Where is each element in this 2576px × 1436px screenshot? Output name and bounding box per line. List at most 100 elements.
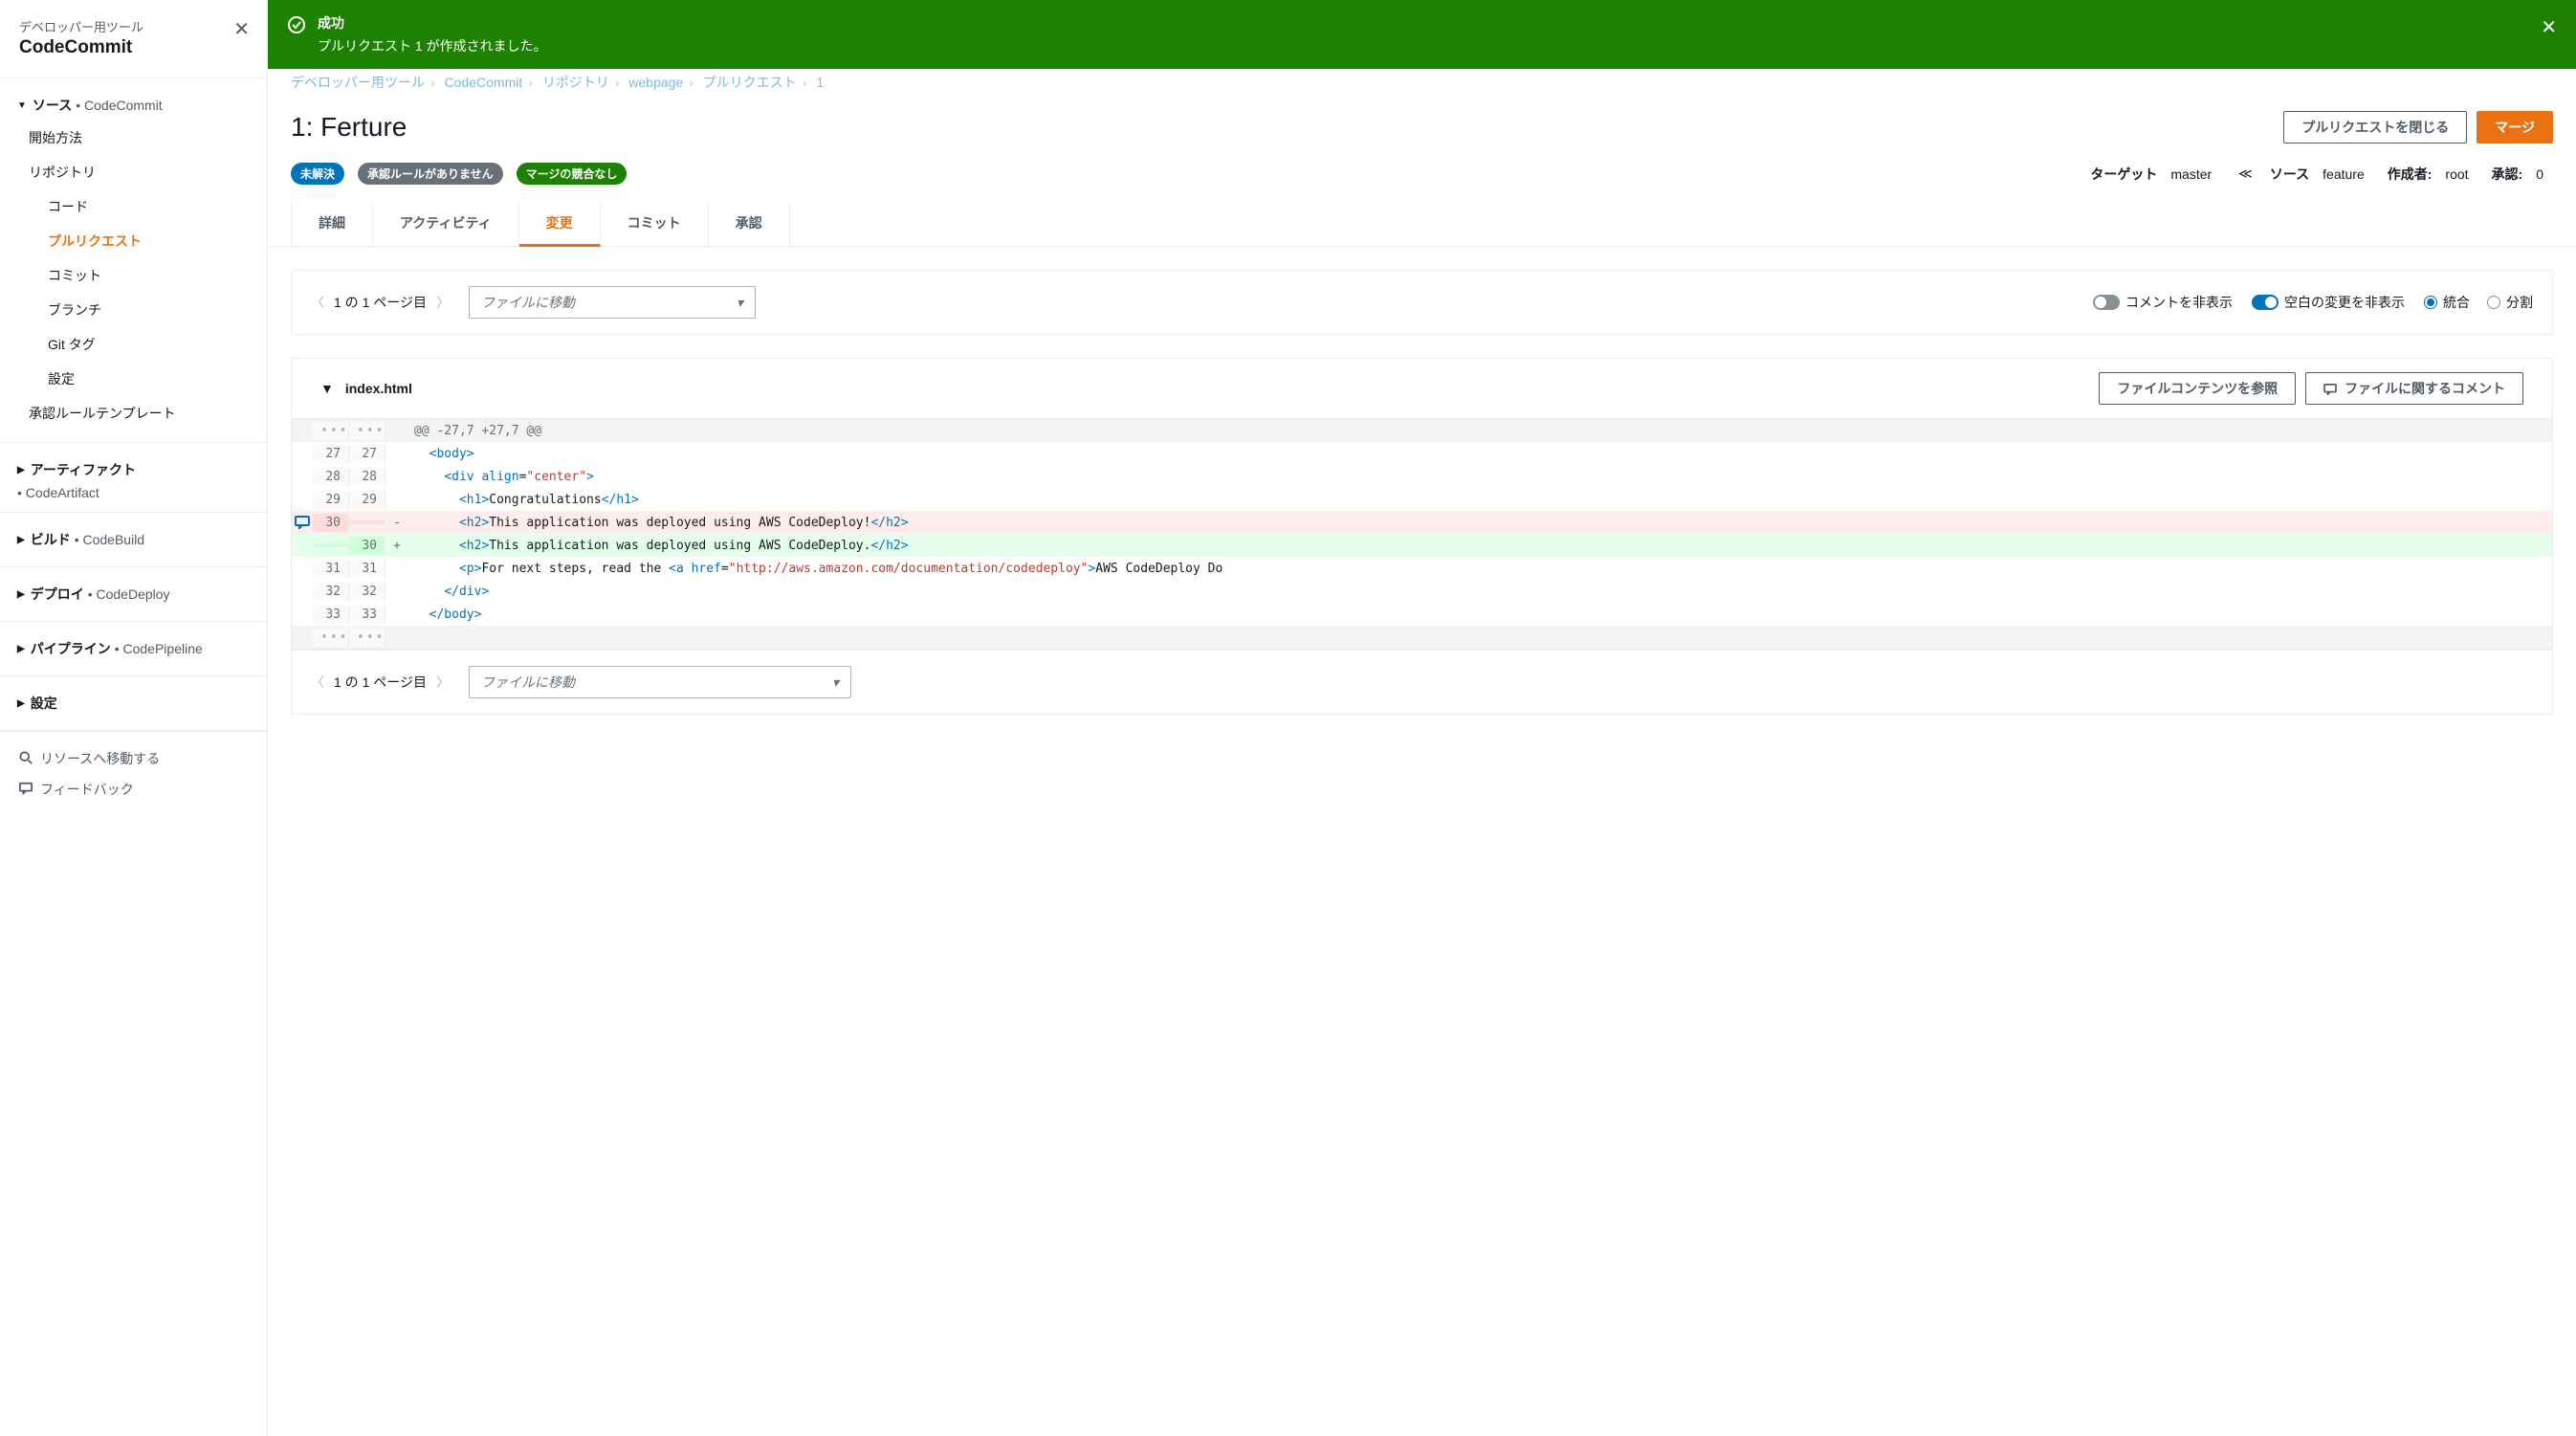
hide-comments-toggle[interactable]: コメントを非表示 bbox=[2093, 293, 2233, 312]
next-page-icon[interactable]: 〉 bbox=[436, 673, 450, 692]
approval-value: 0 bbox=[2536, 166, 2543, 182]
line-no-new: 33 bbox=[349, 606, 385, 624]
nav-item-branches[interactable]: ブランチ bbox=[0, 293, 267, 327]
nav-item-getting-started[interactable]: 開始方法 bbox=[0, 121, 267, 155]
target-label: ターゲット bbox=[2090, 165, 2157, 184]
breadcrumb-item[interactable]: プルリクエスト bbox=[703, 75, 797, 90]
success-banner: 成功 プルリクエスト 1 が作成されました。 ✕ bbox=[268, 0, 2576, 69]
line-no-old: 31 bbox=[313, 560, 349, 578]
chevron-down-icon: ▾ bbox=[737, 295, 743, 311]
nav-heading-deploy[interactable]: ▶ デプロイ • CodeDeploy bbox=[0, 579, 267, 609]
collapse-file-icon[interactable]: ▼ bbox=[320, 381, 334, 396]
nav-item-commits[interactable]: コミット bbox=[0, 258, 267, 293]
file-jump-select-bottom[interactable]: ファイルに移動 ▾ bbox=[469, 666, 851, 698]
sidebar: ✕ デベロッパー用ツール CodeCommit ▼ ソース • CodeComm… bbox=[0, 0, 268, 1436]
breadcrumb-item[interactable]: デベロッパー用ツール bbox=[291, 75, 425, 90]
line-no-new bbox=[349, 520, 385, 524]
diff-code: <div align="center"> bbox=[408, 468, 2552, 486]
line-no-new: 31 bbox=[349, 560, 385, 578]
diff-line[interactable]: 30 - <h2>This application was deployed u… bbox=[292, 511, 2552, 534]
tab-detail[interactable]: 詳細 bbox=[291, 202, 373, 246]
line-no-old: 28 bbox=[313, 468, 349, 486]
diff-sign: - bbox=[385, 516, 408, 530]
diff-line[interactable]: 28 28 <div align="center"> bbox=[292, 465, 2552, 488]
nav-heading-settings[interactable]: ▶ 設定 bbox=[0, 688, 267, 718]
line-no-new: 29 bbox=[349, 491, 385, 509]
diff-line[interactable]: 33 33 </body> bbox=[292, 603, 2552, 626]
nav-heading-artifacts[interactable]: ▶ アーティファクト bbox=[0, 454, 267, 485]
author-value: root bbox=[2445, 166, 2468, 182]
radio-unified[interactable]: 統合 bbox=[2424, 293, 2470, 312]
diff-hunk-header: •••••• @@ -27,7 +27,7 @@ bbox=[292, 419, 2552, 442]
file-comment-button[interactable]: ファイルに関するコメント bbox=[2305, 372, 2523, 405]
sidebar-title: CodeCommit bbox=[19, 37, 248, 58]
diff-code: <h2>This application was deployed using … bbox=[408, 537, 2552, 555]
diff-line[interactable]: 31 31 <p>For next steps, read the <a hre… bbox=[292, 557, 2552, 580]
feedback-link[interactable]: フィードバック bbox=[19, 774, 248, 805]
view-file-button[interactable]: ファイルコンテンツを参照 bbox=[2099, 372, 2296, 405]
banner-close-icon[interactable]: ✕ bbox=[2541, 15, 2557, 39]
approval-label: 承認: bbox=[2492, 165, 2523, 184]
author-label: 作成者: bbox=[2388, 165, 2433, 184]
tab-commit[interactable]: コミット bbox=[601, 202, 709, 246]
tab-changes[interactable]: 変更 bbox=[519, 202, 601, 247]
line-no-new: 27 bbox=[349, 445, 385, 463]
sidebar-subtitle: デベロッパー用ツール bbox=[19, 17, 248, 35]
nav-item-git-tags[interactable]: Git タグ bbox=[0, 327, 267, 362]
goto-resource-link[interactable]: リソースへ移動する bbox=[19, 743, 248, 774]
close-icon[interactable]: ✕ bbox=[233, 17, 250, 41]
diff-line[interactable]: 32 32 </div> bbox=[292, 580, 2552, 603]
merge-button[interactable]: マージ bbox=[2477, 111, 2553, 144]
chevron-right-icon: ▶ bbox=[17, 465, 25, 475]
breadcrumb-current: 1 bbox=[816, 75, 824, 90]
line-no-new: 28 bbox=[349, 468, 385, 486]
prev-page-icon[interactable]: 〈 bbox=[311, 293, 324, 312]
page-title: 1: Ferture bbox=[291, 112, 407, 143]
breadcrumb: デベロッパー用ツール› CodeCommit› リポジトリ› webpage› … bbox=[268, 69, 2576, 92]
line-no-old: 32 bbox=[313, 583, 349, 601]
pager-text: 1 の 1 ページ目 bbox=[334, 673, 427, 692]
diff-line[interactable]: 27 27 <body> bbox=[292, 442, 2552, 465]
diff-line[interactable]: 29 29 <h1>Congratulations</h1> bbox=[292, 488, 2552, 511]
source-value: feature bbox=[2323, 166, 2365, 182]
tab-activity[interactable]: アクティビティ bbox=[373, 202, 519, 246]
nav-item-repositories[interactable]: リポジトリ bbox=[0, 155, 267, 189]
tab-approval[interactable]: 承認 bbox=[709, 202, 790, 246]
line-no-old: 29 bbox=[313, 491, 349, 509]
chevron-right-icon: ▶ bbox=[17, 644, 25, 654]
breadcrumb-item[interactable]: CodeCommit bbox=[445, 75, 523, 90]
diff-code: <p>For next steps, read the <a href="htt… bbox=[408, 560, 2552, 578]
file-jump-select[interactable]: ファイルに移動 ▾ bbox=[469, 286, 756, 319]
diff-code: </body> bbox=[408, 606, 2552, 624]
pager-text: 1 の 1 ページ目 bbox=[334, 293, 427, 312]
close-pr-button[interactable]: プルリクエストを閉じる bbox=[2283, 111, 2467, 144]
nav-heading-pipeline[interactable]: ▶ パイプライン • CodePipeline bbox=[0, 633, 267, 664]
search-icon bbox=[19, 751, 40, 767]
nav-item-settings-repo[interactable]: 設定 bbox=[0, 362, 267, 396]
radio-split[interactable]: 分割 bbox=[2487, 293, 2533, 312]
line-no-old: 30 bbox=[313, 514, 349, 532]
next-page-icon[interactable]: 〉 bbox=[436, 293, 450, 312]
status-open-badge: 未解決 bbox=[291, 163, 344, 185]
prev-page-icon[interactable]: 〈 bbox=[311, 673, 324, 692]
nav-heading-build[interactable]: ▶ ビルド • CodeBuild bbox=[0, 524, 267, 555]
diff-sign: + bbox=[385, 539, 408, 553]
comment-icon[interactable] bbox=[292, 516, 313, 529]
nav-item-code[interactable]: コード bbox=[0, 189, 267, 224]
target-value: master bbox=[2170, 166, 2212, 182]
diff-line[interactable]: 30 + <h2>This application was deployed u… bbox=[292, 534, 2552, 557]
nav-item-approval-templates[interactable]: 承認ルールテンプレート bbox=[0, 396, 267, 431]
nav-item-pull-requests[interactable]: プルリクエスト bbox=[0, 224, 267, 258]
success-icon bbox=[287, 15, 306, 37]
line-no-old bbox=[313, 543, 349, 547]
breadcrumb-item[interactable]: webpage bbox=[628, 75, 683, 90]
nav-heading-source[interactable]: ▼ ソース • CodeCommit bbox=[0, 90, 267, 121]
radio-checked-icon bbox=[2424, 296, 2437, 309]
hide-whitespace-toggle[interactable]: 空白の変更を非表示 bbox=[2252, 293, 2405, 312]
pager-bottom: 〈 1 の 1 ページ目 〉 bbox=[311, 673, 450, 692]
status-conflict-badge: マージの競合なし bbox=[517, 163, 627, 185]
chevron-down-icon: ▾ bbox=[832, 674, 839, 691]
arrow-left-icon: ≪ bbox=[2238, 166, 2253, 182]
chevron-right-icon: ▶ bbox=[17, 589, 25, 600]
breadcrumb-item[interactable]: リポジトリ bbox=[542, 75, 609, 90]
